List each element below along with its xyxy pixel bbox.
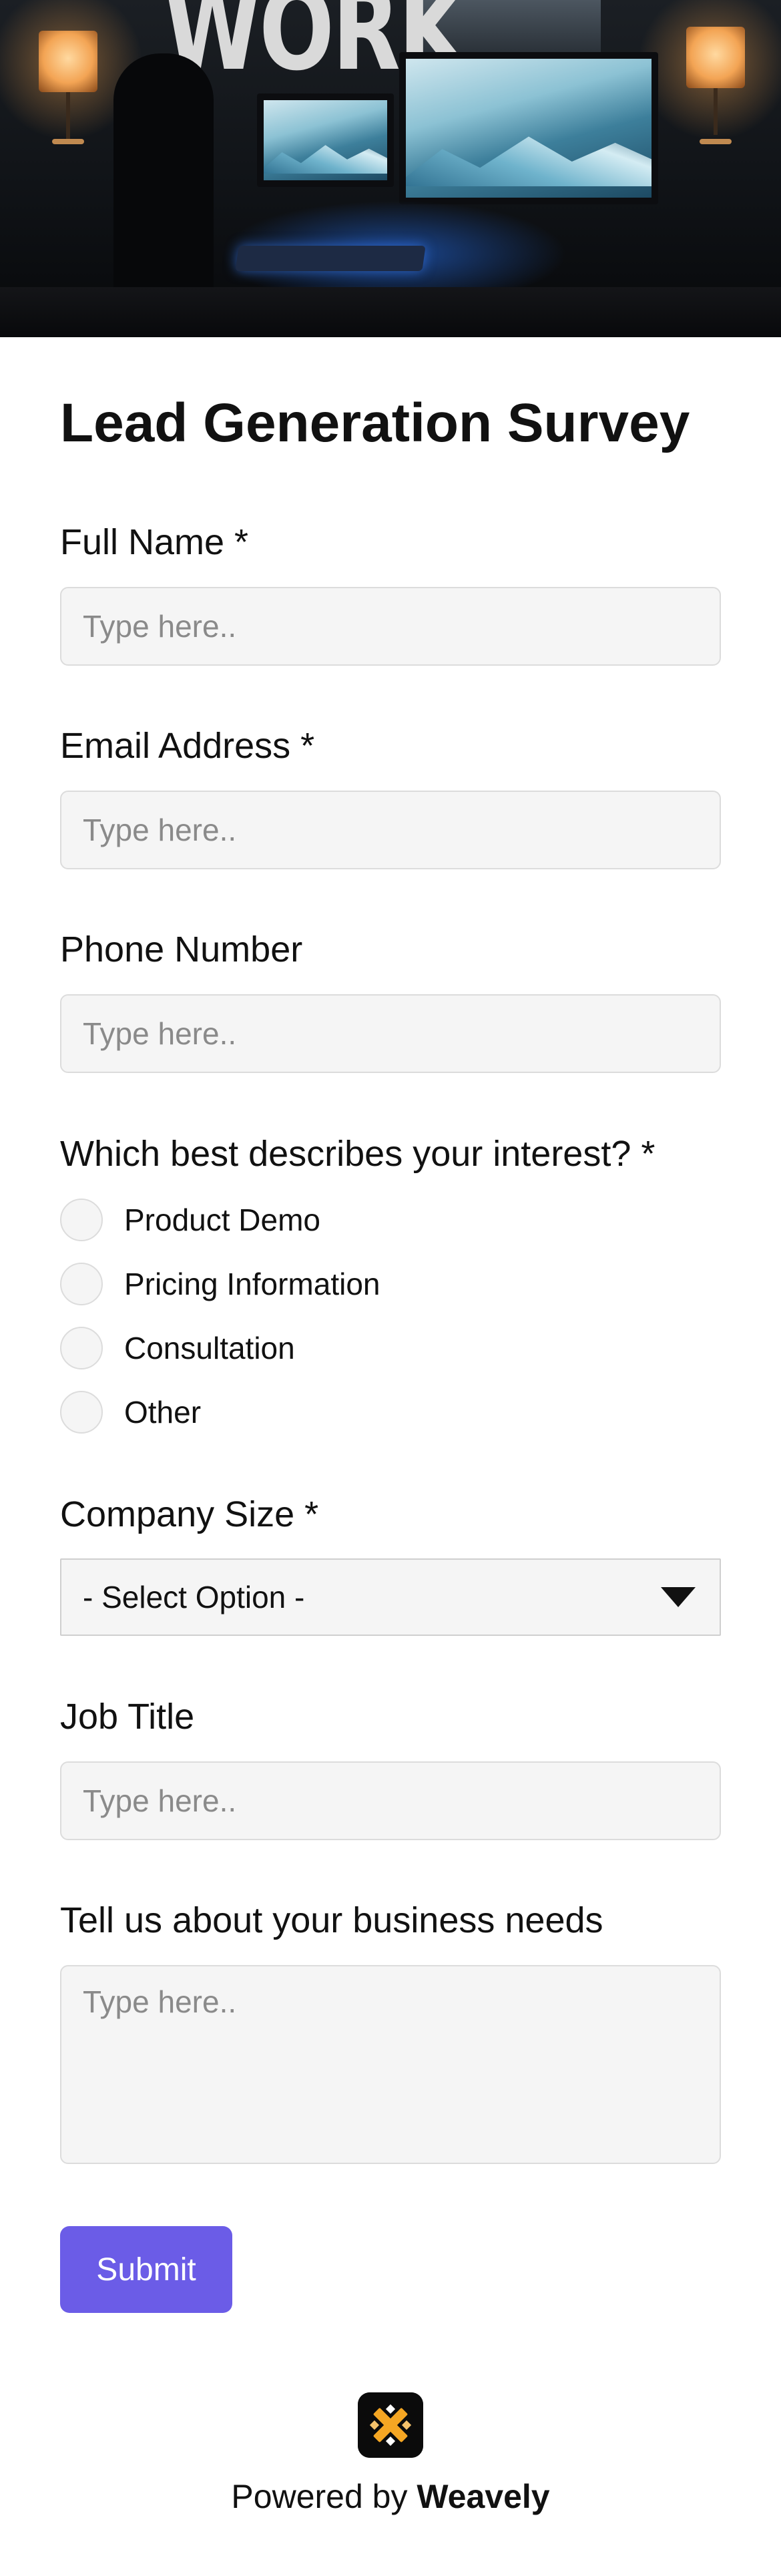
radio-option-consultation[interactable]: Consultation <box>60 1326 527 1370</box>
company-size-label: Company Size * <box>60 1494 319 1534</box>
submit-button[interactable]: Submit <box>60 2226 232 2313</box>
radio-option-other[interactable]: Other <box>60 1390 527 1434</box>
job-title-input[interactable] <box>60 1761 721 1840</box>
hero-lamp-right <box>686 27 745 88</box>
radio-option-pricing-information[interactable]: Pricing Information <box>60 1262 527 1306</box>
radio-button[interactable] <box>60 1199 103 1241</box>
powered-by-prefix: Powered by <box>231 2478 417 2515</box>
radio-button[interactable] <box>60 1263 103 1305</box>
powered-by-footer: Powered by Weavely <box>0 2477 781 2516</box>
hero-lamp-right-stem <box>714 88 718 135</box>
email-label: Email Address * <box>60 726 315 766</box>
email-input[interactable] <box>60 791 721 869</box>
company-size-selected-value: - Select Option - <box>83 1580 305 1615</box>
phone-input[interactable] <box>60 994 721 1073</box>
hero-monitor <box>399 52 658 204</box>
powered-by-brand-link[interactable]: Weavely <box>417 2478 549 2515</box>
hero-desk <box>0 287 781 337</box>
form-title: Lead Generation Survey <box>60 393 690 453</box>
radio-label: Product Demo <box>124 1203 321 1237</box>
hero-keyboard <box>235 246 426 271</box>
chevron-down-icon <box>661 1587 696 1607</box>
hero-laptop-screen <box>257 93 394 187</box>
job-title-label: Job Title <box>60 1697 195 1737</box>
radio-option-product-demo[interactable]: Product Demo <box>60 1198 527 1242</box>
company-size-select[interactable]: - Select Option - <box>60 1558 721 1636</box>
radio-label: Consultation <box>124 1331 295 1365</box>
hero-lamp-left <box>39 31 97 92</box>
weavely-logo-mark <box>358 2392 423 2458</box>
interest-label: Which best describes your interest? * <box>60 1134 656 1174</box>
phone-label: Phone Number <box>60 929 303 970</box>
business-needs-label: Tell us about your business needs <box>60 1900 603 1940</box>
hero-image: WORK <box>0 0 781 337</box>
hero-lamp-left-stem <box>66 92 70 139</box>
hero-lamp-right-base <box>700 139 732 144</box>
full-name-input[interactable] <box>60 587 721 666</box>
radio-button[interactable] <box>60 1391 103 1434</box>
radio-button[interactable] <box>60 1327 103 1369</box>
full-name-label: Full Name * <box>60 522 249 562</box>
hero-person-silhouette <box>113 53 214 294</box>
radio-label: Pricing Information <box>124 1267 380 1301</box>
radio-label: Other <box>124 1395 202 1430</box>
hero-lamp-left-base <box>52 139 84 144</box>
weavely-logo-icon[interactable] <box>358 2392 423 2458</box>
business-needs-textarea[interactable] <box>60 1965 721 2164</box>
